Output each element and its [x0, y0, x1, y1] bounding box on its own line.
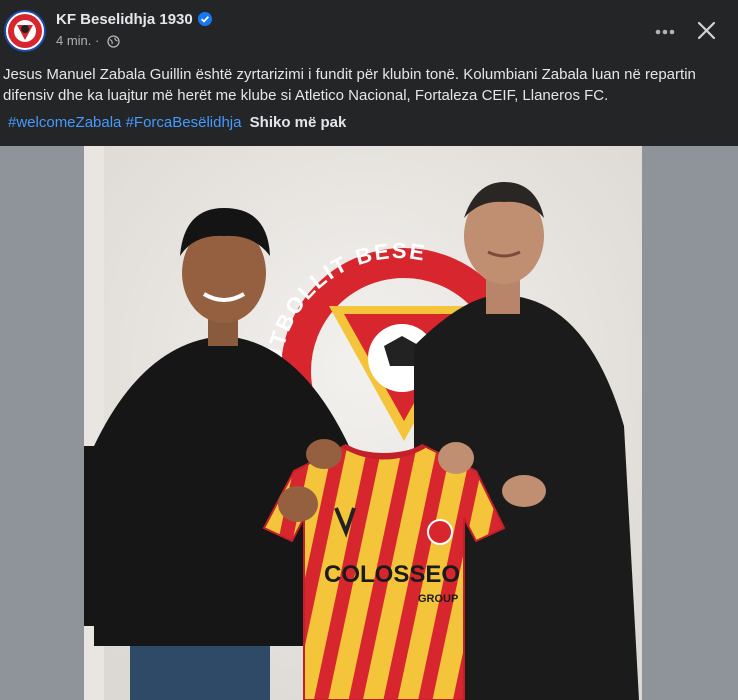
- player-hand-top: [306, 439, 342, 469]
- meta-separator: ·: [95, 33, 100, 48]
- post-photo[interactable]: KLUBI FUTBOLLIT BESE: [84, 146, 642, 700]
- post-header: KF Beselidhja 1930 4 min. ·: [0, 0, 738, 60]
- ellipsis-icon: [655, 29, 675, 35]
- see-less-link[interactable]: Shiko më pak: [250, 114, 347, 131]
- post-timestamp[interactable]: 4 min.: [56, 33, 91, 48]
- post-body-text: Jesus Manuel Zabala Guillin është zyrtar…: [3, 66, 696, 104]
- post-meta: 4 min. ·: [56, 33, 120, 51]
- page-avatar[interactable]: [4, 10, 46, 52]
- verified-badge-icon: [197, 12, 212, 26]
- close-icon: [697, 21, 716, 40]
- coach-hand-right: [502, 475, 546, 507]
- club-crest-icon: [8, 14, 42, 48]
- jersey-sponsor-subtext: GROUP: [418, 593, 458, 605]
- globe-icon: [107, 35, 120, 51]
- hashtag-welcomezabala[interactable]: #welcomeZabala: [8, 114, 121, 131]
- more-options-button[interactable]: [652, 18, 680, 46]
- jersey-sponsor-text: COLOSSEO: [324, 561, 460, 588]
- hashtag-forcabeselidhja[interactable]: #ForcaBesëlidhja: [126, 114, 242, 131]
- post-tags: #welcomeZabala #ForcaBesëlidhja Shiko më…: [8, 113, 346, 133]
- player-hand: [278, 486, 318, 522]
- close-button[interactable]: [692, 16, 722, 46]
- photo-container: KLUBI FUTBOLLIT BESE: [0, 146, 738, 700]
- coach-hand: [438, 442, 474, 474]
- page-name-link[interactable]: KF Beselidhja 1930: [56, 11, 193, 28]
